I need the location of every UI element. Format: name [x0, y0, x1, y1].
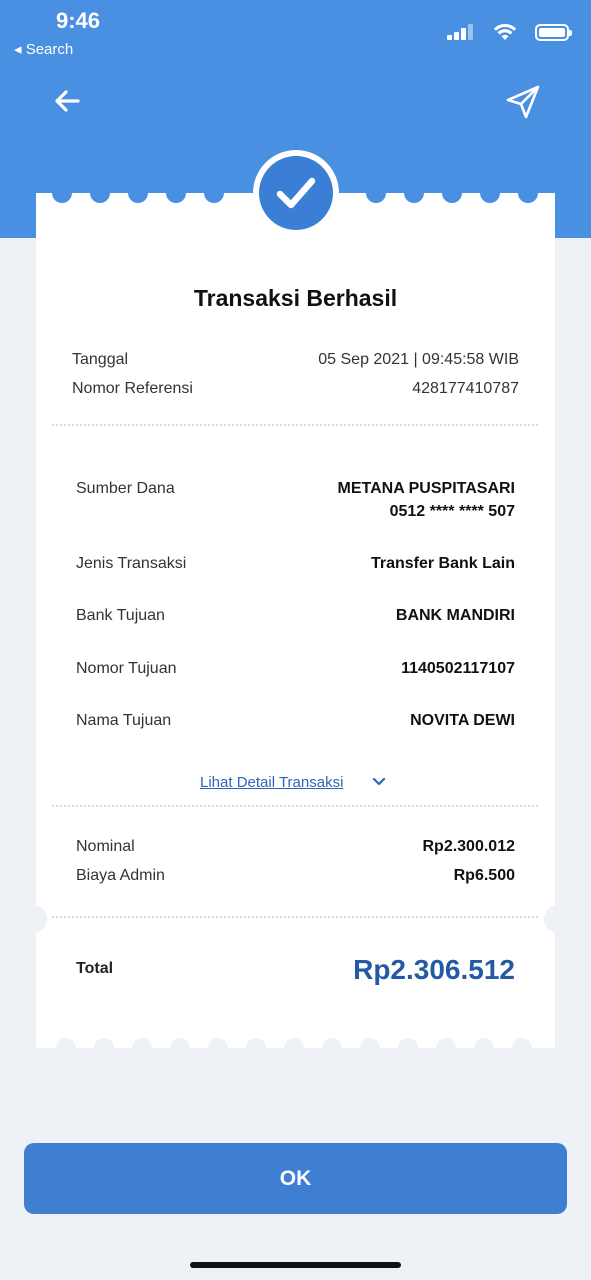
nominal-label: Nominal — [76, 838, 135, 855]
receipt-edge — [518, 183, 538, 203]
receipt-edge — [56, 1038, 76, 1058]
total-label: Total — [76, 960, 114, 977]
receipt-edge — [442, 183, 462, 203]
receipt-notch — [25, 906, 47, 932]
divider — [52, 424, 538, 426]
destination-bank-label: Bank Tujuan — [76, 607, 165, 624]
view-transaction-detail-link[interactable]: Lihat Detail Transaksi — [200, 774, 343, 791]
receipt-edge — [166, 183, 186, 203]
receipt-edge — [132, 1038, 152, 1058]
send-icon[interactable] — [504, 84, 542, 120]
battery-icon — [535, 24, 572, 41]
date-label: Tanggal — [72, 351, 129, 368]
transaction-type-value: Transfer Bank Lain — [370, 555, 515, 572]
receipt-edge — [94, 1038, 114, 1058]
receipt-edge — [360, 1038, 380, 1058]
receipt-notch — [544, 906, 566, 932]
cellular-signal-icon — [447, 24, 473, 40]
nominal-value: Rp2.300.012 — [422, 838, 515, 855]
divider — [52, 805, 538, 807]
source-fund-label: Sumber Dana — [76, 480, 175, 497]
reference-value: 428177410787 — [412, 380, 519, 397]
destination-name-label: Nama Tujuan — [76, 712, 172, 729]
success-badge — [253, 150, 339, 236]
date-value: 05 Sep 2021 | 09:45:58 WIB — [318, 351, 519, 368]
transaction-title: Transaksi Berhasil — [193, 285, 398, 311]
admin-fee-label: Biaya Admin — [76, 867, 165, 884]
admin-fee-value: Rp6.500 — [453, 867, 515, 884]
receipt-edge — [436, 1038, 456, 1058]
receipt-edge — [204, 183, 224, 203]
status-time: 9:46 — [56, 8, 101, 33]
source-fund-name: METANA PUSPITASARI — [337, 480, 515, 497]
divider — [52, 916, 538, 918]
receipt-edge — [398, 1038, 418, 1058]
home-indicator — [190, 1262, 401, 1268]
destination-number-value: 1140502117107 — [401, 660, 515, 677]
receipt-edge — [284, 1038, 304, 1058]
receipt-card: Transaksi Berhasil Tanggal 05 Sep 2021 |… — [25, 150, 566, 1058]
receipt-edge — [322, 1038, 342, 1058]
ok-button[interactable]: OK — [24, 1143, 567, 1214]
receipt-edge — [246, 1038, 266, 1058]
transaction-type-label: Jenis Transaksi — [76, 555, 187, 572]
reference-label: Nomor Referensi — [72, 380, 193, 397]
receipt-edge — [52, 183, 72, 203]
status-icons — [429, 23, 572, 42]
checkmark-icon — [276, 177, 316, 209]
receipt-edge — [474, 1038, 494, 1058]
receipt-edge — [512, 1038, 532, 1058]
receipt-edge — [366, 183, 386, 203]
source-fund-account: 0512 **** **** 507 — [389, 503, 515, 520]
receipt-edge — [90, 183, 110, 203]
chevron-down-icon[interactable] — [372, 777, 386, 787]
wifi-icon — [493, 23, 517, 40]
receipt-edge — [128, 183, 148, 203]
total-value: Rp2.306.512 — [353, 954, 515, 985]
arrow-left-icon[interactable] — [52, 86, 82, 116]
destination-bank-value: BANK MANDIRI — [395, 607, 515, 624]
receipt-edge — [480, 183, 500, 203]
status-back-search[interactable]: ◂ Search — [14, 40, 73, 58]
destination-number-label: Nomor Tujuan — [76, 660, 177, 677]
destination-name-value: NOVITA DEWI — [410, 712, 515, 729]
receipt-edge — [208, 1038, 228, 1058]
receipt-edge — [404, 183, 424, 203]
receipt-edge — [170, 1038, 190, 1058]
